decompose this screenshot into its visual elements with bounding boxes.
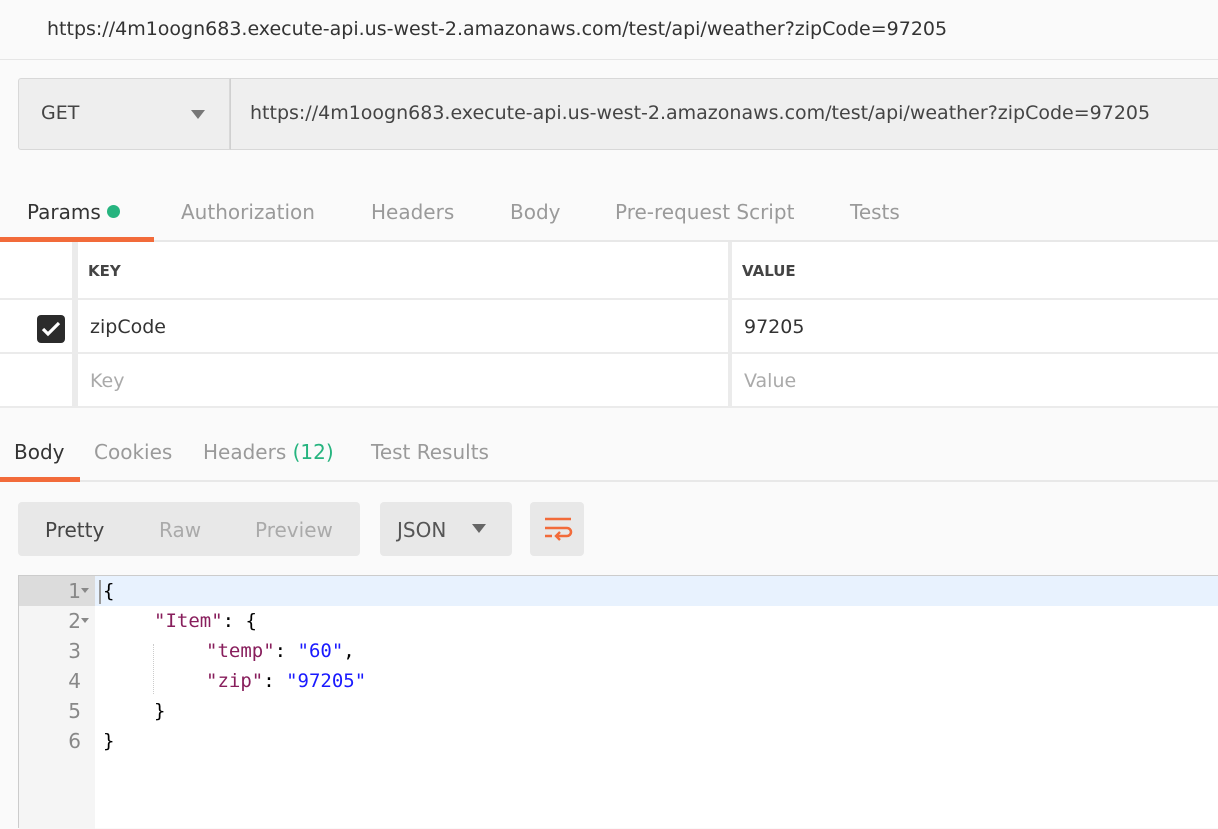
format-select[interactable]: JSON — [380, 502, 512, 556]
tab-params[interactable]: Params — [27, 200, 120, 224]
code-line: } — [154, 700, 166, 722]
active-dot-icon — [106, 205, 120, 218]
header-check-cell — [0, 242, 72, 298]
tab-headers[interactable]: Headers — [371, 200, 454, 224]
format-label: JSON — [397, 518, 447, 542]
fold-arrow-icon[interactable] — [81, 588, 89, 593]
method-label: GET — [41, 102, 80, 124]
code-line: { — [103, 580, 115, 602]
url-input[interactable]: https://4m1oogn683.execute-api.us-west-2… — [230, 78, 1218, 150]
view-preview[interactable]: Preview — [255, 518, 333, 542]
param-checkbox[interactable] — [37, 315, 65, 343]
row-check-cell — [0, 354, 72, 406]
param-key-input[interactable]: zipCode — [78, 300, 728, 352]
response-tabs: Body Cookies Headers (12) Test Results — [0, 424, 1218, 482]
view-raw[interactable]: Raw — [159, 518, 201, 542]
new-value-input[interactable]: Value — [732, 354, 1218, 406]
json-key: "Item" — [154, 610, 223, 632]
json-string: "60" — [297, 640, 344, 662]
json-key: "temp" — [206, 640, 275, 662]
view-mode-group: Pretty Raw Preview — [18, 502, 360, 556]
params-table: KEY VALUE zipCode 97205 Key Value — [0, 242, 1218, 408]
active-tab-indicator — [0, 477, 80, 482]
new-key-input[interactable]: Key — [78, 354, 728, 406]
tab-authorization[interactable]: Authorization — [181, 200, 315, 224]
line-number: 6 — [68, 729, 81, 753]
line-number: 4 — [68, 669, 81, 693]
tab-cookies[interactable]: Cookies — [94, 440, 172, 464]
tab-label: Params — [27, 200, 101, 224]
headers-count: (12) — [292, 440, 334, 464]
wrap-lines-icon — [545, 517, 573, 541]
line-number: 1 — [68, 579, 81, 603]
json-key: "zip" — [206, 670, 264, 692]
line-number: 3 — [68, 639, 81, 663]
response-body-editor[interactable]: 1{ 2 "Item": { 3 "temp": "60", 4 "zip": "97… — [18, 575, 1218, 829]
param-value-input[interactable]: 97205 — [732, 300, 1218, 352]
column-header-key: KEY — [78, 242, 728, 298]
chevron-down-icon — [472, 524, 486, 533]
json-string: "97205" — [286, 670, 367, 692]
tab-tests[interactable]: Tests — [850, 200, 900, 224]
fold-arrow-icon[interactable] — [81, 618, 89, 623]
tab-pre-request-script[interactable]: Pre-request Script — [615, 200, 794, 224]
method-select[interactable]: GET — [18, 78, 230, 150]
code-line: } — [103, 730, 115, 752]
column-header-value: VALUE — [732, 242, 1218, 298]
request-tabs: Params Authorization Headers Body Pre-re… — [0, 184, 1218, 242]
tab-response-body[interactable]: Body — [14, 440, 65, 464]
line-number: 5 — [68, 699, 81, 723]
chevron-down-icon — [191, 110, 205, 119]
tab-response-headers[interactable]: Headers (12) — [203, 440, 334, 464]
tab-test-results[interactable]: Test Results — [371, 440, 489, 464]
view-pretty[interactable]: Pretty — [45, 518, 104, 542]
json-punct: : { — [222, 610, 257, 632]
line-number: 2 — [68, 609, 81, 633]
tab-label: Headers — [203, 440, 287, 464]
tab-body[interactable]: Body — [510, 200, 561, 224]
window-title: https://4m1oogn683.execute-api.us-west-2… — [0, 0, 1218, 60]
checkmark-icon — [41, 321, 61, 337]
wrap-lines-button[interactable] — [530, 502, 584, 556]
